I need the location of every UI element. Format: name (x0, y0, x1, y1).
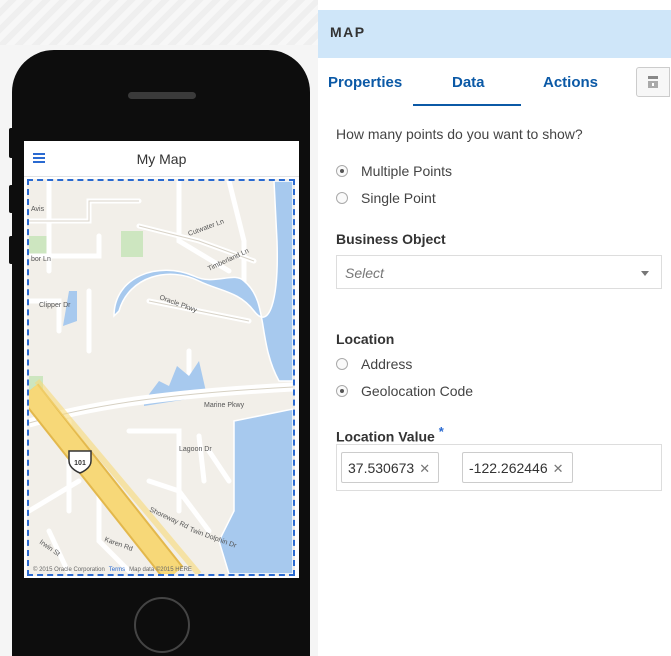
map-component[interactable]: 101 Cutwater Ln Oracle Pkwy Clipper Dr M… (27, 179, 295, 576)
location-label: Location (336, 331, 395, 347)
svg-text:Avis: Avis (31, 206, 45, 213)
radio-button[interactable] (336, 385, 348, 397)
radio-single-point[interactable]: Single Point (336, 189, 436, 207)
app-title: My Map (136, 151, 187, 167)
phone-frame: My Map 101 Cutwater Ln Oracle Pkwy Clipp… (12, 50, 310, 656)
select-placeholder: Select (345, 265, 384, 281)
value-chip: -122.262446 ✕ (462, 452, 573, 483)
phone-speaker (128, 92, 196, 99)
tab-data[interactable]: Data (452, 74, 485, 91)
panel-header: MAP (318, 10, 671, 58)
phone-home-button (134, 597, 190, 653)
radio-label: Multiple Points (361, 163, 453, 179)
chevron-down-icon (641, 271, 649, 276)
radio-button[interactable] (336, 358, 348, 370)
map-copyright: © 2015 Oracle Corporation (33, 567, 105, 573)
map-attribution: © 2015 Oracle Corporation Terms Map data ©… (33, 567, 293, 573)
tab-actions[interactable]: Actions (543, 74, 598, 91)
map-data-credit: Map data ©2015 HERE (129, 567, 192, 573)
chip-text: -122.262446 (469, 460, 548, 476)
panel-title: MAP (330, 24, 366, 40)
radio-button[interactable] (336, 165, 348, 177)
radio-geolocation-code[interactable]: Geolocation Code (336, 382, 473, 400)
phone-side-button (9, 236, 14, 264)
location-value-label: Location Value * (336, 424, 444, 445)
business-object-label: Business Object (336, 231, 446, 247)
location-value-input[interactable]: 37.530673 ✕ -122.262446 ✕ (336, 444, 662, 491)
location-value-text: Location Value (336, 428, 435, 445)
radio-address[interactable]: Address (336, 355, 412, 373)
required-indicator: * (438, 424, 444, 439)
canvas-hatch (0, 0, 318, 45)
remove-chip-icon[interactable]: ✕ (553, 461, 564, 476)
radio-label: Geolocation Code (361, 383, 474, 399)
business-object-select[interactable]: Select (336, 255, 662, 289)
svg-text:Marine Pkwy: Marine Pkwy (204, 402, 245, 409)
phone-side-button (9, 128, 14, 158)
points-question: How many points do you want to show? (336, 126, 583, 142)
map-terms-link[interactable]: Terms (109, 567, 125, 573)
active-tab-indicator (413, 104, 521, 106)
phone-screen: My Map 101 Cutwater Ln Oracle Pkwy Clipp… (24, 141, 299, 578)
panel-toggle-icon (648, 76, 658, 88)
radio-multiple-points[interactable]: Multiple Points (336, 162, 452, 180)
value-chip: 37.530673 ✕ (341, 452, 440, 483)
phone-side-button (9, 185, 14, 213)
radio-label: Address (361, 356, 413, 372)
svg-text:Lagoon Dr: Lagoon Dr (179, 446, 212, 453)
radio-label: Single Point (361, 190, 436, 206)
properties-panel: MAP Properties Data Actions How many poi… (318, 0, 671, 656)
park-area (29, 236, 47, 256)
panel-tabs: Properties Data Actions (318, 58, 671, 106)
tab-properties[interactable]: Properties (328, 74, 402, 91)
svg-text:Clipper Dr: Clipper Dr (39, 302, 71, 309)
preview-canvas: My Map 101 Cutwater Ln Oracle Pkwy Clipp… (0, 0, 318, 656)
svg-text:101: 101 (74, 460, 86, 467)
remove-chip-icon[interactable]: ✕ (419, 461, 430, 476)
chip-text: 37.530673 (348, 460, 415, 476)
app-bar: My Map (24, 141, 299, 177)
map-tiles: 101 Cutwater Ln Oracle Pkwy Clipper Dr M… (29, 181, 293, 574)
radio-button[interactable] (336, 192, 348, 204)
svg-text:bor Ln: bor Ln (31, 256, 51, 263)
park-area (121, 231, 143, 257)
collapse-panel-button[interactable] (636, 67, 670, 97)
